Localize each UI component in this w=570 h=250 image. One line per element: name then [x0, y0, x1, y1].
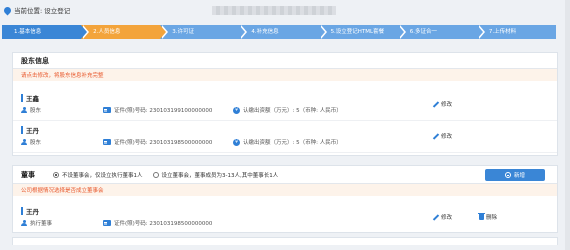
edit-button[interactable]: 修改: [433, 100, 452, 108]
shareholder-name-text: 王丹: [26, 127, 39, 135]
capital-cell: ¥ 认缴出资额（万元）: 5（币种: 人民币）: [233, 106, 342, 114]
role-text: 执行董事: [30, 221, 53, 227]
edit-label: 修改: [441, 215, 453, 221]
shareholder-name: 王鑫: [21, 93, 39, 103]
shareholder-warning: 请点击修改，将股东信息补充完整: [13, 69, 557, 81]
plus-icon: [504, 172, 511, 178]
step-3[interactable]: 3.许可证: [160, 25, 248, 39]
step-2[interactable]: 2.人员信息: [81, 25, 169, 39]
user-icon: [21, 219, 27, 227]
money-icon: ¥: [233, 106, 240, 114]
add-director-button[interactable]: 新增: [485, 169, 545, 181]
director-panel: 董事 不设董事会，仅设立执行董事1人 设立董事会，董事成员为3-13人,其中董事…: [12, 165, 558, 233]
id-cell: 证件(照)号码: 230103198500000000: [103, 219, 212, 227]
id-card-icon: [103, 107, 111, 113]
capital-text: 认缴出资额（万元）: 5（币种: 人民币）: [243, 140, 342, 146]
shareholder-details: 股东 证件(照)号码: 230103198500000000 ¥ 认缴出资额（万…: [21, 138, 342, 146]
step-1[interactable]: 1.基本信息: [2, 25, 90, 39]
pencil-icon: [433, 133, 439, 139]
step-progress: 1.基本信息 2.人员信息 3.许可证 4.补充信息 5.设立登记HTML套餐 …: [2, 25, 556, 39]
director-warning: 公司根据情况选择是否成立董事会: [13, 184, 557, 196]
step-5[interactable]: 5.设立登记HTML套餐: [318, 25, 406, 39]
location-pin-icon: [2, 5, 13, 15]
shareholder-panel: 股东信息 请点击修改，将股东信息补充完整 王鑫 股东 证件(照)号码: 2301…: [12, 52, 558, 156]
shareholder-details: 股东 证件(照)号码: 230103199100000000 ¥ 认缴出资额（万…: [21, 106, 342, 114]
director-header: 董事 不设董事会，仅设立执行董事1人 设立董事会，董事成员为3-13人,其中董事…: [13, 166, 557, 184]
shareholder-name-text: 王鑫: [26, 95, 39, 103]
capital-cell: ¥ 认缴出资额（万元）: 5（币种: 人民币）: [233, 138, 342, 146]
redacted-area: [212, 6, 336, 15]
role-cell: 股东: [21, 138, 103, 146]
radio-checked-icon: [53, 171, 59, 178]
step-6[interactable]: 6.多证合一: [397, 25, 485, 39]
vertical-scrollbar[interactable]: [565, 0, 570, 250]
money-icon: ¥: [233, 138, 240, 146]
shareholder-title: 股东信息: [13, 53, 557, 69]
shareholder-row: 王丹 股东 证件(照)号码: 230103198500000000 ¥ 认缴出资…: [13, 121, 557, 153]
delete-label: 删除: [486, 215, 498, 221]
director-name: 王丹: [21, 206, 39, 216]
step-4[interactable]: 4.补充信息: [239, 25, 327, 39]
user-icon: [21, 106, 27, 114]
radio-board-label: 设立董事会，董事成员为3-13人,其中董事长1人: [161, 172, 279, 179]
role-cell: 执行董事: [21, 219, 103, 227]
name-marker: [21, 207, 23, 215]
edit-label: 修改: [441, 134, 453, 140]
id-cell: 证件(照)号码: 230103198500000000: [103, 138, 233, 146]
id-text: 证件(照)号码: 230103199100000000: [114, 108, 213, 114]
name-marker: [21, 126, 23, 134]
location-label: 当前位置: 设立登记: [14, 7, 71, 15]
id-text: 证件(照)号码: 230103198500000000: [114, 140, 213, 146]
radio-unchecked-icon: [152, 171, 159, 178]
role-text: 股东: [30, 140, 42, 146]
director-row: 王丹 执行董事 证件(照)号码: 230103198500000000 修改 删…: [13, 202, 557, 234]
edit-button[interactable]: 修改: [433, 132, 452, 140]
add-label: 新增: [513, 173, 525, 179]
breadcrumb: 当前位置: 设立登记: [2, 4, 71, 16]
director-title: 董事: [21, 170, 35, 179]
delete-button[interactable]: 删除: [478, 212, 498, 221]
radio-no-board-label: 不设董事会，仅设立执行董事1人: [62, 172, 143, 179]
pencil-icon: [433, 101, 439, 107]
capital-text: 认缴出资额（万元）: 5（币种: 人民币）: [243, 108, 342, 114]
user-icon: [21, 138, 27, 146]
step-7[interactable]: 7.上传材料: [476, 25, 556, 39]
id-text: 证件(照)号码: 230103198500000000: [114, 221, 213, 227]
pencil-icon: [433, 214, 439, 220]
id-card-icon: [103, 220, 111, 226]
id-cell: 证件(照)号码: 230103199100000000: [103, 106, 233, 114]
id-card-icon: [103, 139, 111, 145]
shareholder-name: 王丹: [21, 125, 39, 135]
next-panel-edge: [12, 237, 558, 245]
role-cell: 股东: [21, 106, 103, 114]
edit-label: 修改: [441, 102, 453, 108]
director-details: 执行董事 证件(照)号码: 230103198500000000: [21, 219, 212, 227]
director-name-text: 王丹: [26, 208, 39, 216]
name-marker: [21, 94, 23, 102]
role-text: 股东: [30, 108, 42, 114]
trash-icon: [478, 212, 485, 220]
radio-board[interactable]: 设立董事会，董事成员为3-13人,其中董事长1人: [152, 171, 279, 179]
shareholder-row: 王鑫 股东 证件(照)号码: 230103199100000000 ¥ 认缴出资…: [13, 89, 557, 121]
edit-button[interactable]: 修改: [433, 213, 452, 221]
radio-no-board[interactable]: 不设董事会，仅设立执行董事1人: [53, 171, 143, 179]
